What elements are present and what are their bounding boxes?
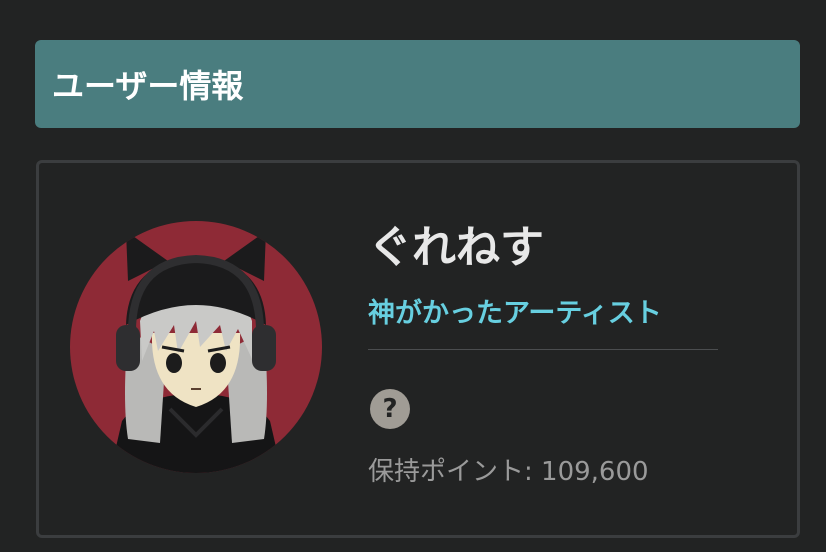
- section-header: ユーザー情報: [35, 40, 800, 128]
- avatar: [70, 221, 322, 473]
- points-label: 保持ポイント:: [368, 457, 542, 487]
- user-name: ぐれねす: [368, 222, 544, 273]
- divider: [368, 349, 718, 350]
- avatar-illustration: [70, 221, 322, 473]
- section-title: ユーザー情報: [52, 67, 244, 105]
- points-value: 109,600: [541, 457, 649, 487]
- user-profile-card: ぐれねす 神がかったアーティスト ? 保持ポイント: 109,600: [36, 160, 800, 538]
- points-display: 保持ポイント: 109,600: [368, 451, 649, 488]
- help-icon[interactable]: ?: [370, 389, 410, 429]
- user-title: 神がかったアーティスト: [368, 298, 662, 329]
